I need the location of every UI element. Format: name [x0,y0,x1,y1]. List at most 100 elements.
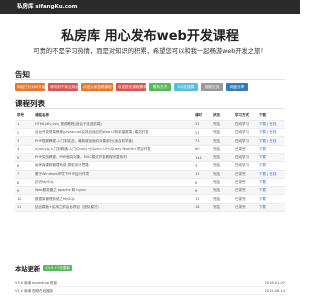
top-navbar: 私房库 sifangKu.com [0,0,300,14]
table-cell: 9 [15,186,33,196]
download-link[interactable]: 下载 [257,145,285,155]
table-cell: 6 [193,178,211,188]
table-cell: 6 [15,161,33,171]
table-cell: 已录完 [233,145,257,155]
notice-button[interactable]: 欢迎大家投稿课程 [81,83,113,91]
course-name[interactable]: 数据库管理系统之MySQL [33,194,193,204]
table-row: 4 jQuery从入门到精通-入门jQuery+jQuery UI+jQuery … [15,145,285,155]
column-header: 序号 [15,112,33,121]
download-link[interactable]: 下载 [257,186,285,196]
table-row: 1 HTML(div,css) 视频教程(适合于走进前端) 32 完结 在线学习 下载 |… [15,120,285,130]
notice-button[interactable]: 网盘分享 [226,83,248,91]
table-cell: 完结 [211,178,233,188]
table-cell: 完结 [211,186,233,196]
table-cell: 完结 [211,120,233,130]
update-date: 2016-01-07 [264,281,285,285]
update-date: 2015-08-14 [264,289,285,293]
notice-button-row: 网站已针对IE升级 请勿用于商业用途 欢迎大家投稿课程 欢迎提出课程需求 联系方式 QQ交… [15,83,248,91]
table-cell: 完结 [211,194,233,204]
course-table-body: 1 HTML(div,css) 视频教程(适合于走进前端) 32 完结 在线学习 下载 |… [15,120,285,213]
course-name[interactable]: Web服务器之 apache 和 nginx [33,186,193,196]
table-cell: 5 [15,153,33,163]
update-text: V3.0 新增 bootstrap 框架 [15,281,58,285]
column-header: 状态 [211,112,233,121]
notice-button[interactable]: 网站已针对IE升级 [15,83,45,91]
table-cell: 32 [193,120,211,130]
table-cell: 10 [15,194,33,204]
table-cell: 已录完 [233,178,257,188]
notice-button[interactable]: 请勿用于商业用途 [48,83,78,91]
table-cell: 4 [15,145,33,155]
notice-button[interactable]: 视频交流 [201,83,223,91]
table-row: 9 Web服务器之 apache 和 nginx 9 完结 已录完 下载 [15,186,285,196]
table-cell: 11 [15,203,33,213]
table-cell: 完结 [211,145,233,155]
course-name[interactable]: 私房库课程管理系统 原型设计思路 [33,161,193,171]
site-logo[interactable]: 私房库 sifangKu.com [17,2,77,10]
course-table-header: 序号 课程名称 课时 状态 学习方式 下载 [15,112,285,121]
course-name[interactable]: jQuery从入门到精通-入门jQuery+jQuery UI+jQuery M… [33,145,193,155]
download-link[interactable]: 下载 | 在线 [257,170,285,179]
table-cell: 完结 [211,128,233,138]
download-link[interactable]: 下载 | 在线 [257,136,285,146]
updates-title: 本站更新 [15,265,41,273]
course-name[interactable]: HTML(div,css) 视频教程(适合于走进前端) [33,120,193,130]
download-link[interactable]: 下载 | 在线 [257,128,285,138]
table-cell: 完结 [211,153,233,163]
table-row: 6 私房库课程管理系统 原型设计思路 3 完结 在线学习 下载 [15,161,285,171]
table-cell: 73 [193,136,211,146]
table-cell: 已录完 [233,186,257,196]
course-name[interactable]: 后台开发框架教程(javascript实现自适应的Web UI的前端框架) 建站… [33,128,193,138]
download-link[interactable]: 下载 [257,194,285,204]
table-cell: 已录完 [233,170,257,179]
notice-button[interactable]: 欢迎提出课程需求 [116,83,146,91]
table-cell: 2 [15,128,33,138]
table-cell: 完结 [211,136,233,146]
table-cell: 完结 [211,161,233,171]
download-link[interactable]: 下载 | 在线 [257,120,285,130]
table-cell: 15 [193,194,211,204]
column-header: 课时 [193,112,211,121]
course-name[interactable]: PHP实战教程，PHP面向对象，MVC模式开发教程完整系列 [33,153,193,163]
table-cell: 已录完 [233,203,257,213]
table-row: 8 初识MySQL 6 完结 已录完 下载 [15,178,285,188]
table-row: 10 数据库管理系统之MySQL 15 完结 已录完 下载 [15,194,285,204]
download-link[interactable]: 下载 [257,161,285,171]
updates-list: V3.0 新增 bootstrap 框架 2016-01-07 V2.0 新增 视频… [15,279,285,295]
table-row: 5 PHP实战教程，PHP面向对象，MVC模式开发教程完整系列 144 完结 在线学习下… [15,153,285,163]
download-link[interactable]: 下载 [257,153,285,163]
update-text: V2.0 新增 视频在线播放 [15,289,54,293]
notice-divider [15,79,285,80]
updates-header: 本站更新 V3.0 +7天更新 [15,264,72,273]
table-cell: 7 [15,170,33,179]
course-name[interactable]: 初识MySQL [33,178,193,188]
column-header: 课程名称 [33,112,193,121]
table-cell: 在线学习 [233,128,257,138]
table-cell: 8 [15,178,33,188]
table-cell: 完结 [211,203,233,213]
table-cell: 3 [193,161,211,171]
download-link[interactable]: 下载 [257,178,285,188]
course-name[interactable]: PHP视频教程-入门到实战，最新增加面向对象部分(适合初学者) [33,136,193,146]
download-link[interactable]: 下载 [257,203,285,213]
table-cell: 12 [193,170,211,179]
table-cell: 9 [193,186,211,196]
notice-button[interactable]: 联系方式 [149,83,171,91]
table-row: 2 后台开发框架教程(javascript实现自适应的Web UI的前端框架) 建… [15,128,285,138]
notice-button[interactable]: QQ交流群 [174,83,198,91]
table-cell: 在线学习 [233,153,257,163]
version-badge: V3.0 +7天更新 [43,265,72,271]
course-name[interactable]: 结合模板+实用之前后台项目（团队模式） [33,203,193,213]
table-cell: 21 [193,128,211,138]
column-header: 学习方式 [233,112,257,121]
course-list-divider [15,108,285,109]
table-cell: 1 [15,120,33,130]
table-cell: 在线学习 [233,161,257,171]
course-table: 序号 课程名称 课时 状态 学习方式 下载 1 HTML(div,css) 视频教程(适合于… [15,112,285,213]
course-name[interactable]: 基于Windows环境下PHP运行环境 [33,170,193,179]
table-cell: 3 [15,136,33,146]
hero-title: 私房库 用心发布web开发课程 [61,29,239,44]
table-cell: 完结 [211,170,233,179]
column-header: 下载 [257,112,285,121]
table-cell: 已录完 [233,194,257,204]
